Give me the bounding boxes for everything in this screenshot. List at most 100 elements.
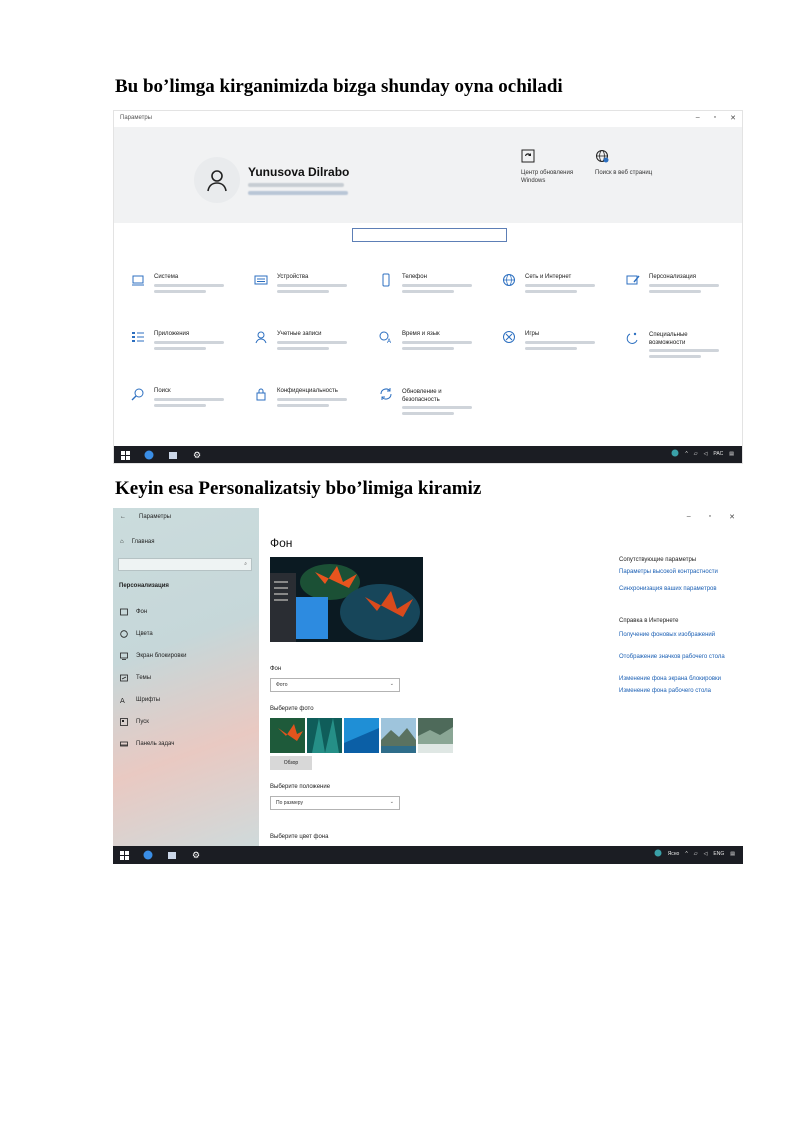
sidebar-item-themes[interactable]: Темы [120,674,151,682]
help-link[interactable]: Изменение фона рабочего стола [619,688,711,694]
fit-label: Выберите положение [270,784,331,790]
settings-search-input[interactable] [352,228,507,242]
sidebar-item-start[interactable]: Пуск [120,718,149,726]
network-icon[interactable]: ▱ [694,851,698,857]
chevron-down-icon: ⌄ [389,799,394,805]
notification-icon[interactable]: ▤ [730,851,735,857]
sidebar-item-label: Темы [136,675,152,681]
sidebar-item-label: Пуск [136,719,149,725]
background-label: Фон [270,666,282,672]
category-label: Обновление и безопасность [402,389,442,403]
category-label: Приложения [154,331,190,337]
photo-thumbnail[interactable] [418,718,453,753]
person-icon [207,170,227,192]
preview-image [270,557,423,642]
category-label: Система [154,274,179,280]
notification-icon[interactable]: ▤ [729,451,734,457]
maximize-button[interactable]: ▫ [714,114,716,122]
home-label: Главная [131,539,155,545]
volume-icon[interactable]: ◁ [704,851,708,857]
photo-thumbnail[interactable] [344,718,379,753]
related-link[interactable]: Параметры высокой контрастности [619,569,718,575]
sidebar-item-background[interactable]: Фон [120,608,147,616]
category-label: Конфиденциальность [277,388,338,394]
photo-thumbnail[interactable] [381,718,416,753]
taskbar-icon [120,741,128,747]
close-button[interactable]: ✕ [730,114,736,122]
settings-home-screenshot: Параметры – ▫ ✕ Yunusova Dilrabo Центр о… [113,110,743,464]
volume-icon[interactable]: ◁ [704,451,708,457]
brush-icon [120,674,128,682]
fit-dropdown[interactable]: По размеру ⌄ [270,796,400,810]
close-button[interactable]: ✕ [729,513,735,521]
monitor-icon [120,652,128,660]
edge-taskbar-icon[interactable] [143,449,155,461]
window-title: Параметры [139,514,171,520]
laptop-icon [132,275,144,286]
category-label: Поиск [154,388,171,394]
weather-icon[interactable] [671,449,679,459]
sidebar-item-colors[interactable]: Цвета [120,630,153,638]
category-label: Специальные возможности [649,332,688,346]
home-icon: ⌂ [120,539,124,545]
language-indicator[interactable]: РАС [713,451,723,457]
store-taskbar-icon[interactable] [166,849,178,861]
web-search-shortcut[interactable]: Поиск в веб страниц [595,149,655,177]
start-icon [120,718,128,726]
start-button[interactable] [119,449,131,461]
photo-thumbnail[interactable] [270,718,305,753]
user-name: Yunusova Dilrabo [248,165,350,179]
language-indicator[interactable]: ENG [713,851,724,857]
chevron-up-icon[interactable]: ^ [685,451,687,457]
help-link[interactable]: Отображение значков рабочего стола [619,654,725,660]
start-button[interactable] [118,849,130,861]
svg-text:A: A [120,697,125,704]
sidebar-home[interactable]: ⌂ Главная [120,539,154,545]
background-dropdown-value: Фото [276,682,288,688]
settings-taskbar-icon[interactable]: ⚙ [190,849,202,861]
help-link[interactable]: Получение фоновых изображений [619,632,715,638]
store-taskbar-icon[interactable] [167,449,179,461]
sidebar-search-input[interactable]: ⌕ [118,558,252,571]
category-label: Устройства [277,274,309,280]
sidebar-item-label: Панель задач [136,741,175,747]
windows-update-shortcut[interactable]: Центр обновления Windows [521,149,581,185]
background-dropdown[interactable]: Фото ⌄ [270,678,400,692]
taskbar: ⚙ Ясно ^ ▱ ◁ ENG ▤ [113,846,743,864]
weather-label[interactable]: Ясно [668,851,680,857]
sidebar-item-label: Экран блокировки [136,653,187,659]
help-header: Справка в Интернете [619,618,679,624]
browse-button[interactable]: Обзор [270,756,312,770]
maximize-button[interactable]: ▫ [709,513,711,521]
settings-sidebar: ← Параметры ⌂ Главная ⌕ Персонализация Ф… [113,508,259,846]
related-link[interactable]: Синхронизация ваших параметров [619,586,717,592]
sync-icon [380,388,392,400]
avatar[interactable] [194,157,240,203]
sidebar-item-label: Цвета [136,631,153,637]
apps-list-icon [132,332,144,342]
windows-update-label: Центр обновления Windows [521,170,574,184]
network-icon[interactable]: ▱ [694,451,698,457]
minimize-button[interactable]: – [696,114,700,122]
sidebar-section-title: Персонализация [119,583,169,589]
minimize-button[interactable]: – [687,513,691,521]
desktop-preview [270,557,423,642]
window-title: Параметры [120,115,152,121]
sidebar-item-fonts[interactable]: A Шрифты [120,696,160,704]
settings-taskbar-icon[interactable]: ⚙ [191,449,203,461]
chevron-up-icon[interactable]: ^ [685,851,687,857]
xbox-icon [503,331,515,343]
back-arrow-icon[interactable]: ← [120,514,126,520]
paintbrush-icon [626,275,640,285]
search-icon: ⌕ [244,561,247,567]
category-label: Сеть и Интернет [525,274,572,280]
edge-taskbar-icon[interactable] [142,849,154,861]
photo-thumbnail[interactable] [307,718,342,753]
sidebar-item-lockscreen[interactable]: Экран блокировки [120,652,186,660]
font-icon: A [120,697,125,704]
sidebar-item-taskbar[interactable]: Панель задач [120,740,174,748]
page-title: Фон [270,536,293,550]
help-link[interactable]: Изменение фона экрана блокировки [619,676,721,682]
time-language-icon: A [379,331,392,344]
weather-icon[interactable] [654,849,662,859]
